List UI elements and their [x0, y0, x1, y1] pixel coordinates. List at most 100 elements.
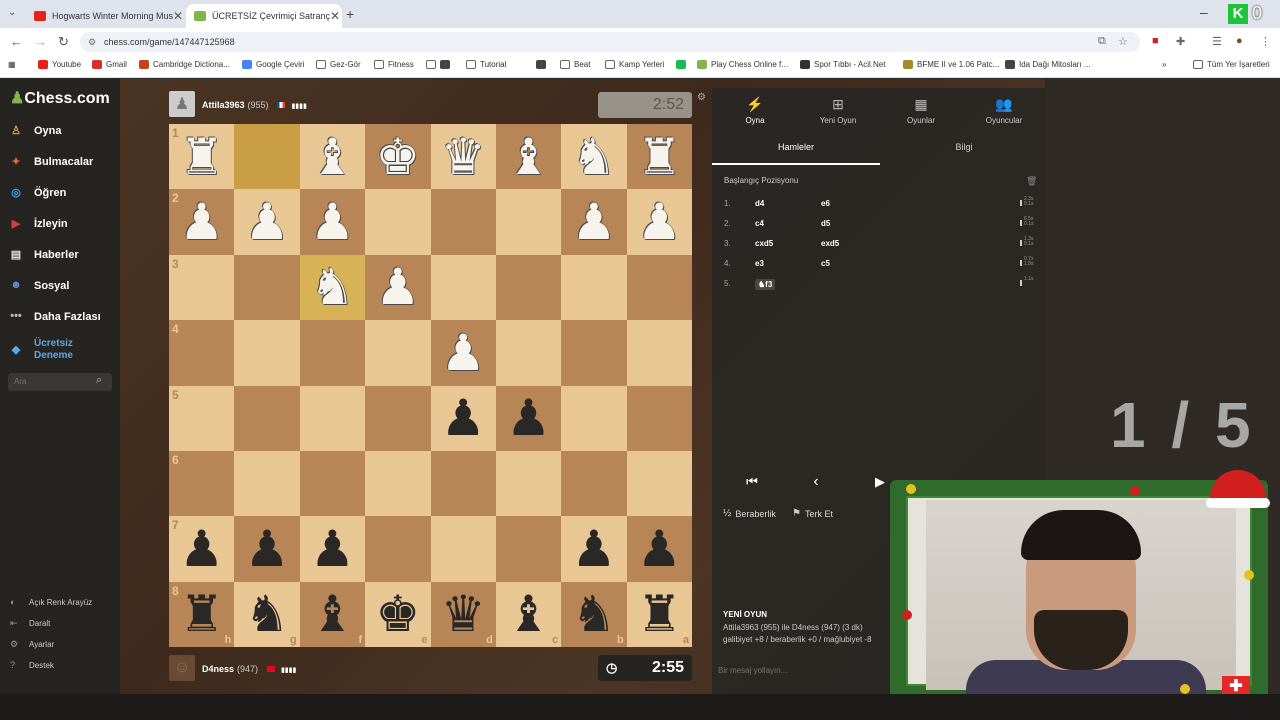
extension-red-icon[interactable]: ■ [1152, 35, 1159, 47]
black-knight-icon[interactable]: ♞ [245, 589, 290, 639]
board-square[interactable]: ♟ [430, 385, 496, 451]
black-bishop-icon[interactable]: ♝ [506, 589, 551, 639]
reading-list-icon[interactable]: ☰ [1212, 35, 1222, 48]
black-pawn-icon[interactable]: ♟ [637, 524, 682, 574]
sidebar-bottom-item-4[interactable]: ? Destek [10, 660, 54, 670]
board-square[interactable] [561, 320, 627, 386]
board-square[interactable] [234, 450, 300, 517]
board-square[interactable]: 5 [169, 385, 235, 451]
search-icon[interactable]: ⌕ [96, 374, 102, 387]
board-square[interactable] [299, 320, 366, 386]
black-queen-icon[interactable]: ♛ [441, 589, 486, 639]
board-square[interactable] [365, 189, 431, 255]
board-square[interactable]: f ♝ [299, 581, 366, 647]
panel-tab-3[interactable]: ▦ Oyunlar [886, 96, 956, 125]
board-square[interactable] [495, 450, 562, 517]
board-square[interactable] [626, 385, 692, 451]
minimize-icon[interactable]: – [1200, 4, 1208, 20]
forward-icon[interactable]: → [34, 34, 47, 49]
more-bookmarks-icon[interactable]: » [1162, 60, 1166, 69]
chess-logo[interactable]: ♟Chess.com [10, 88, 110, 108]
bookmark-item[interactable]: Spor Tıbbı - Acil.Net [800, 60, 885, 69]
white-pawn-icon[interactable]: ♟ [310, 197, 355, 247]
board-square[interactable] [495, 254, 562, 321]
panel-tab-1[interactable]: ⚡ Oyna [720, 96, 790, 125]
board-square[interactable]: ♟ [299, 516, 366, 582]
board-square[interactable]: ♟ [626, 189, 692, 255]
trash-icon[interactable]: 🗑 [1026, 176, 1037, 187]
bookmark-star-icon[interactable]: ☆ [1118, 35, 1128, 48]
board-square[interactable] [365, 516, 431, 582]
black-pawn-icon[interactable]: ♟ [506, 393, 551, 443]
black-move[interactable]: c5 [821, 259, 830, 268]
bookmark-item[interactable] [536, 60, 550, 69]
board-square[interactable] [234, 320, 300, 386]
black-move[interactable]: e6 [821, 199, 830, 208]
back-icon[interactable]: ← [10, 34, 23, 49]
white-bishop-icon[interactable]: ♝ [506, 132, 551, 182]
bookmark-item[interactable]: Youtube [38, 60, 81, 69]
board-square[interactable]: 7 ♟ [169, 516, 235, 582]
white-move[interactable]: cxd5 [755, 239, 773, 248]
bookmark-item[interactable]: Play Chess Online f... [697, 60, 788, 69]
top-player-avatar[interactable]: ♟ [169, 91, 195, 117]
board-square[interactable] [299, 385, 366, 451]
board-square[interactable] [365, 320, 431, 386]
white-pawn-icon[interactable]: ♟ [572, 197, 617, 247]
black-rook-icon[interactable]: ♜ [179, 589, 224, 639]
black-king-icon[interactable]: ♚ [375, 589, 420, 639]
board-square[interactable] [561, 385, 627, 451]
board-square[interactable]: ♝ [495, 124, 562, 190]
board-square[interactable]: a ♜ [626, 581, 692, 647]
board-settings-icon[interactable]: ⚙ [697, 92, 706, 103]
black-pawn-icon[interactable]: ♟ [245, 524, 290, 574]
url-field[interactable]: ⚙ chess.com/game/147447125968 [80, 32, 1140, 52]
board-square[interactable]: ♟ [626, 516, 692, 582]
black-rook-icon[interactable]: ♜ [637, 589, 682, 639]
previous-move-button[interactable]: ‹ [788, 470, 844, 494]
black-pawn-icon[interactable]: ♟ [310, 524, 355, 574]
bottom-player-avatar[interactable]: ☺ [169, 655, 195, 681]
board-square[interactable]: 3 [169, 254, 235, 321]
sidebar-item-1[interactable]: ♙ Oyna [8, 124, 61, 138]
white-knight-icon[interactable]: ♞ [572, 132, 617, 182]
close-tab-icon[interactable]: ✕ [330, 9, 340, 23]
extensions-icon[interactable]: ✚ [1176, 35, 1185, 48]
board-square[interactable]: ♜ [626, 124, 692, 190]
bookmark-item[interactable]: Cambridge Dictiona... [139, 60, 230, 69]
install-icon[interactable]: ⧉ [1098, 35, 1106, 48]
board-square[interactable] [430, 189, 496, 255]
sidebar-bottom-item-1[interactable]: ◐ Açık Renk Arayüz [10, 597, 92, 607]
board-square[interactable]: g ♞ [234, 581, 300, 647]
black-bishop-icon[interactable]: ♝ [310, 589, 355, 639]
bookmark-item[interactable]: Kamp Yerleri [605, 60, 664, 69]
black-move[interactable]: exd5 [821, 239, 839, 248]
bottom-player-name[interactable]: D4ness (947) [202, 664, 258, 674]
black-knight-icon[interactable]: ♞ [572, 589, 617, 639]
sidebar-item-3[interactable]: ◎ Öğren [8, 186, 66, 200]
board-square[interactable] [626, 320, 692, 386]
bookmark-item[interactable]: Google Çeviri [242, 60, 304, 69]
sidebar-item-5[interactable]: ▤ Haberler [8, 248, 79, 262]
site-info-icon[interactable]: ⚙ [88, 32, 96, 52]
board-square[interactable]: ♟ [430, 320, 496, 386]
board-square[interactable]: ♝ [299, 124, 366, 190]
board-square[interactable] [495, 320, 562, 386]
board-square[interactable] [299, 450, 366, 517]
board-square[interactable]: ♟ [299, 189, 366, 255]
top-player-name[interactable]: Attila3963 (955) [202, 100, 269, 110]
black-pawn-icon[interactable]: ♟ [441, 393, 486, 443]
white-pawn-icon[interactable]: ♟ [179, 197, 224, 247]
board-square[interactable] [430, 516, 496, 582]
panel-tab-4[interactable]: 👥 Oyuncular [969, 96, 1039, 125]
white-move[interactable]: d4 [755, 199, 764, 208]
black-move[interactable]: d5 [821, 219, 830, 228]
bookmark-item[interactable] [676, 60, 690, 69]
reload-icon[interactable]: ↻ [58, 34, 69, 50]
white-bishop-icon[interactable]: ♝ [310, 132, 355, 182]
bookmark-item[interactable] [426, 60, 440, 69]
board-square[interactable]: 2 ♟ [169, 189, 235, 255]
sidebar-item-2[interactable]: ✦ Bulmacalar [8, 155, 93, 169]
black-pawn-icon[interactable]: ♟ [572, 524, 617, 574]
board-square[interactable]: 6 [169, 450, 235, 517]
